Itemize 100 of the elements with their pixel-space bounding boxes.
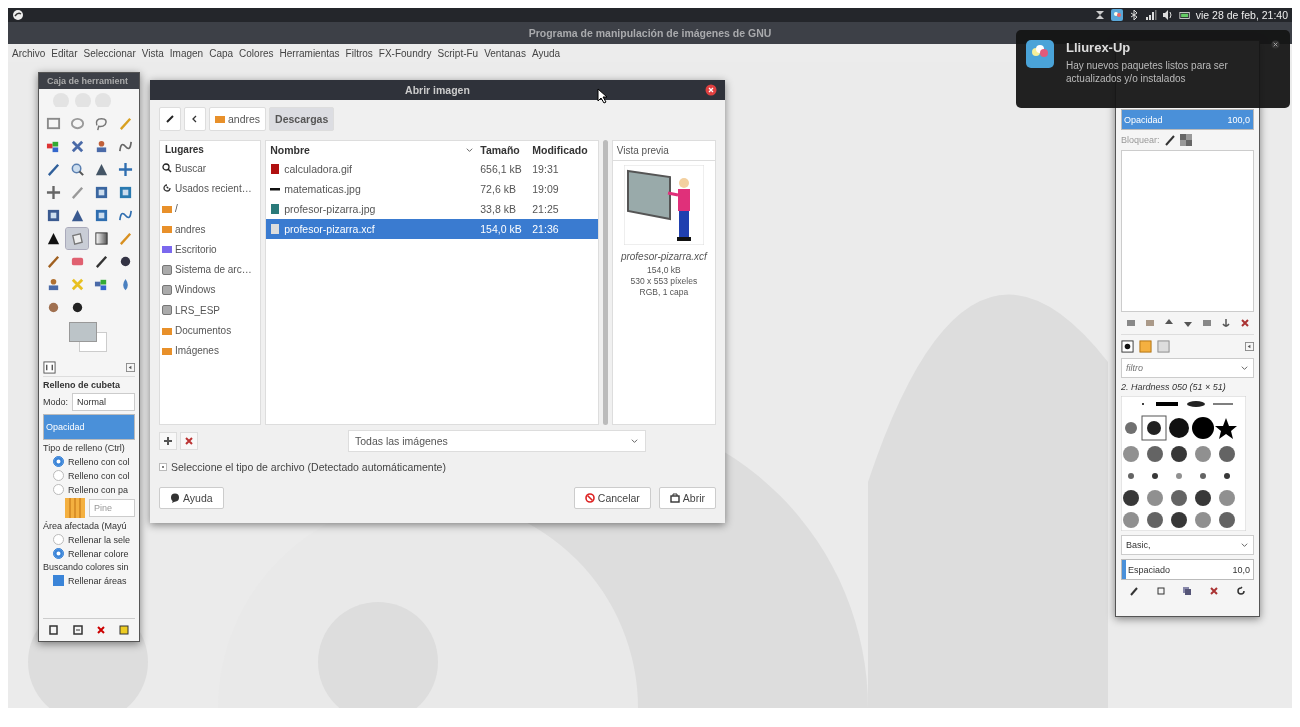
anchor-icon[interactable] xyxy=(1220,318,1231,328)
search-icon xyxy=(162,163,172,174)
scrollbar[interactable] xyxy=(602,140,608,425)
file-row[interactable]: matematicas.jpg 72,6 kB 19:09 xyxy=(266,179,598,199)
file-type-label: Seleccione el tipo de archivo (Detectado automáticamente) xyxy=(171,461,446,473)
new-brush-icon[interactable] xyxy=(1155,586,1166,596)
path-button[interactable]: Descargas xyxy=(269,107,335,131)
place-item[interactable]: Buscar xyxy=(162,158,259,179)
radio-label[interactable]: Rellenar la sele xyxy=(68,534,131,545)
file-filter-dropdown[interactable]: Todas las imágenes xyxy=(348,430,646,452)
menu-item[interactable]: Imagen xyxy=(169,47,204,59)
file-row[interactable]: profesor-pizarra.jpg 33,8 kB 21:25 xyxy=(266,199,598,219)
radio-label[interactable]: Relleno con col xyxy=(68,470,130,481)
column-header[interactable]: Modificado xyxy=(532,144,593,156)
checkbox[interactable] xyxy=(53,575,64,586)
delete-icon[interactable] xyxy=(1209,586,1220,596)
battery-icon[interactable] xyxy=(1178,9,1191,21)
place-item[interactable]: Usados recient… xyxy=(162,178,259,199)
refresh-icon[interactable] xyxy=(1235,586,1246,596)
place-item[interactable]: Escritorio xyxy=(162,239,259,260)
brush-lock-icon[interactable] xyxy=(1163,134,1176,146)
place-label: Windows xyxy=(175,284,216,296)
open-button[interactable]: Abrir xyxy=(658,487,716,509)
open-box-icon xyxy=(669,493,680,503)
system-logo-icon[interactable] xyxy=(12,9,24,21)
opacity-label: Opacidad xyxy=(45,422,85,432)
reset-icon[interactable] xyxy=(117,624,130,636)
save-options-icon[interactable] xyxy=(48,624,61,636)
checkbox-label[interactable]: Rellenar áreas xyxy=(68,575,127,586)
menu-item[interactable]: Ayuda xyxy=(531,47,561,59)
clock[interactable]: vie 28 de feb, 21:40 xyxy=(1195,9,1288,21)
opacity-value: 100,0 xyxy=(1227,114,1251,125)
duplicate-icon[interactable] xyxy=(1182,586,1193,596)
place-item[interactable]: Imágenes xyxy=(162,340,259,361)
menu-item[interactable]: Editar xyxy=(51,47,78,59)
close-icon[interactable] xyxy=(1271,40,1280,49)
radio-label[interactable]: Rellenar colore xyxy=(68,548,129,559)
place-item[interactable]: Windows xyxy=(162,279,259,301)
place-item[interactable]: LRS_ESP xyxy=(162,300,259,321)
balloons-tray-icon[interactable] xyxy=(1110,9,1123,21)
remove-place-button[interactable] xyxy=(180,432,198,450)
place-item[interactable]: / xyxy=(162,198,259,219)
brush-grid-drawing[interactable] xyxy=(1121,396,1246,531)
path-button[interactable]: andres xyxy=(209,107,267,131)
panel-menu-icon[interactable] xyxy=(1245,341,1254,351)
new-layer-icon[interactable] xyxy=(1125,318,1136,328)
tool-options-tab-icon[interactable] xyxy=(43,360,56,374)
add-place-button[interactable] xyxy=(159,432,177,450)
delete-icon[interactable] xyxy=(1239,318,1250,328)
place-item[interactable]: Sistema de arc… xyxy=(162,259,259,280)
menu-item[interactable]: Colores xyxy=(239,47,274,59)
radio-label[interactable]: Relleno con pa xyxy=(68,484,129,495)
brush-edit-icon[interactable] xyxy=(1129,586,1140,596)
color-swatches-drawing[interactable] xyxy=(69,322,109,354)
menu-item[interactable]: Ventanas xyxy=(484,47,526,59)
brush-tag-field[interactable]: Basic, xyxy=(1121,535,1254,555)
panel-menu-icon[interactable] xyxy=(126,362,135,372)
radio-button[interactable] xyxy=(53,470,64,481)
radio-label[interactable]: Relleno con col xyxy=(68,456,130,467)
file-type-expander[interactable]: Seleccione el tipo de archivo (Detectado automáticamente) xyxy=(159,461,716,473)
column-header[interactable]: Tamaño xyxy=(480,144,533,156)
delete-icon[interactable] xyxy=(94,624,107,636)
menu-item[interactable]: Filtros xyxy=(345,47,373,59)
spacing-value: 10,0 xyxy=(1232,564,1251,575)
folder-icon xyxy=(162,325,172,336)
place-label: Usados recient… xyxy=(175,182,252,194)
menu-item[interactable]: FX-Foundry xyxy=(378,47,432,59)
file-row[interactable]: calculadora.gif 656,1 kB 19:31 xyxy=(266,159,598,179)
radio-button[interactable] xyxy=(53,548,64,559)
volume-icon[interactable] xyxy=(1161,9,1174,21)
file-name: matematicas.jpg xyxy=(284,183,361,195)
checker-lock-icon[interactable] xyxy=(1179,134,1192,146)
chevron-down-icon xyxy=(465,145,475,155)
signal-icon[interactable] xyxy=(1144,9,1157,21)
brush-filter-field[interactable]: filtro xyxy=(1121,358,1254,378)
brushes-tab-icon[interactable] xyxy=(1121,339,1134,353)
menu-item[interactable]: Capa xyxy=(209,47,234,59)
edit-location-button[interactable] xyxy=(159,107,181,131)
menu-item[interactable]: Script-Fu xyxy=(437,47,479,59)
menu-item[interactable]: Vista xyxy=(141,47,164,59)
mode-dropdown[interactable]: Normal xyxy=(72,393,135,411)
menu-item[interactable]: Archivo xyxy=(12,47,46,59)
cancel-button[interactable]: Cancelar xyxy=(573,487,651,509)
close-icon[interactable] xyxy=(705,84,717,96)
radio-button[interactable] xyxy=(53,456,64,467)
column-header[interactable]: Nombre xyxy=(266,144,481,156)
magnifier-icon xyxy=(69,162,85,177)
menu-item[interactable]: Herramientas xyxy=(279,47,340,59)
radio-button[interactable] xyxy=(53,534,64,545)
place-item[interactable]: andres xyxy=(162,218,259,240)
notification-popup[interactable]: Lliurex-Up Hay nuevos paquetes listos para ser actualizados y/o instalados xyxy=(1016,30,1290,108)
menu-item[interactable]: Seleccionar xyxy=(83,47,136,59)
radio-button[interactable] xyxy=(53,484,64,495)
help-button[interactable]: Ayuda xyxy=(159,487,224,509)
pattern-swatch-icon[interactable] xyxy=(65,498,85,518)
file-row[interactable]: profesor-pizarra.xcf 154,0 kB 21:36 xyxy=(266,219,598,239)
spacing-slider[interactable]: Espaciado 10,0 xyxy=(1121,559,1254,580)
restore-options-icon[interactable] xyxy=(71,624,84,636)
place-item[interactable]: Documentos xyxy=(162,320,259,341)
duplicate-icon[interactable] xyxy=(1201,318,1212,328)
